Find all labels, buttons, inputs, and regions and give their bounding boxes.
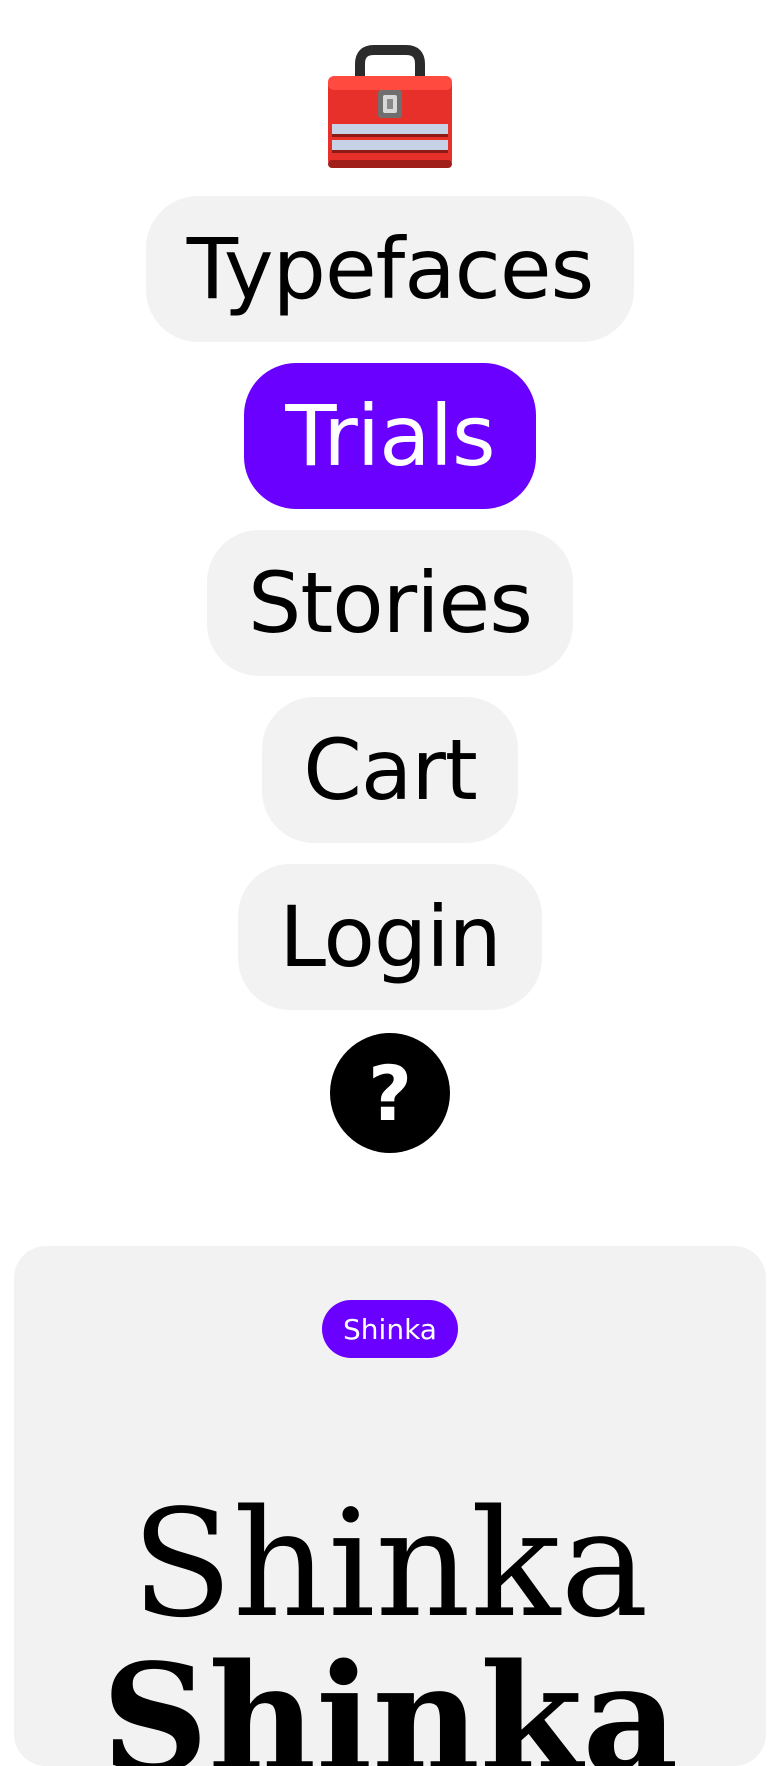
nav-typefaces[interactable]: Typefaces [145, 196, 635, 342]
specimen-text: Shinka [131, 1478, 649, 1650]
nav-stories[interactable]: Stories [207, 530, 573, 676]
nav-trials[interactable]: Trials [244, 363, 536, 509]
typeface-card[interactable]: Shinka Shinka Shinka [14, 1246, 766, 1766]
specimen-text-bold: Shinka [101, 1631, 679, 1766]
main-nav: Typefaces Trials Stories Cart Login ? [0, 0, 780, 1153]
help-button[interactable]: ? [330, 1033, 450, 1153]
nav-cart[interactable]: Cart [262, 697, 518, 843]
nav-login[interactable]: Login [238, 864, 542, 1010]
toolbox-icon[interactable] [320, 44, 460, 174]
typeface-tag[interactable]: Shinka [322, 1300, 458, 1358]
